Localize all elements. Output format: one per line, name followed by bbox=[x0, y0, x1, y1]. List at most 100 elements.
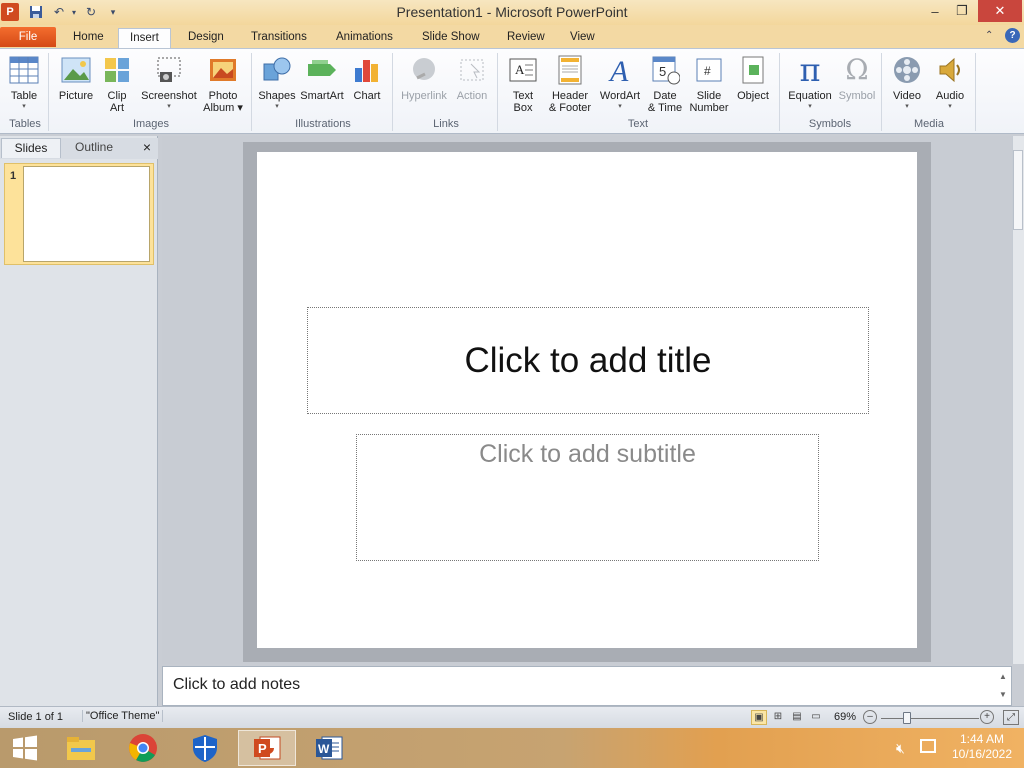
zoom-slider[interactable] bbox=[881, 718, 979, 719]
date-time-button[interactable]: 5 Date & Time bbox=[645, 51, 685, 114]
wordart-button[interactable]: A WordArt ▾ bbox=[597, 51, 643, 111]
audio-button[interactable]: Audio ▾ bbox=[930, 51, 970, 111]
slide-show-icon[interactable]: ▭ bbox=[808, 710, 824, 725]
tab-slide-show[interactable]: Slide Show bbox=[411, 28, 491, 49]
reading-view-icon[interactable]: ▤ bbox=[789, 710, 805, 725]
network-icon[interactable] bbox=[920, 739, 936, 753]
group-media: Media bbox=[914, 118, 944, 130]
windows-defender-icon[interactable] bbox=[180, 730, 230, 766]
shapes-button[interactable]: Shapes ▾ bbox=[256, 51, 298, 111]
photo-album-label-1: Photo bbox=[208, 90, 238, 102]
photo-album-icon bbox=[207, 54, 239, 86]
taskbar-clock[interactable]: 1:44 AM 10/16/2022 bbox=[944, 732, 1020, 762]
title-bar: P ↶ ▾ ↻ ▾ Presentation1 - Microsoft Powe… bbox=[0, 0, 1024, 25]
theme-name[interactable]: "Office Theme" bbox=[82, 710, 164, 722]
hyperlink-button[interactable]: Hyperlink bbox=[398, 51, 450, 102]
photo-album-button[interactable]: Photo Album ▾ bbox=[201, 51, 245, 114]
windows-start-icon[interactable] bbox=[0, 730, 50, 766]
video-button[interactable]: Video ▾ bbox=[886, 51, 928, 111]
tab-outline[interactable]: Outline bbox=[63, 138, 125, 158]
tab-view[interactable]: View bbox=[559, 28, 606, 49]
svg-text:#: # bbox=[704, 64, 711, 78]
hyperlink-icon bbox=[408, 54, 440, 86]
help-icon[interactable]: ? bbox=[1005, 28, 1020, 43]
close-pane-icon[interactable]: × bbox=[140, 140, 154, 156]
word-icon[interactable]: W bbox=[304, 730, 354, 766]
wordart-label: WordArt bbox=[599, 90, 641, 102]
notes-placeholder[interactable]: Click to add notes bbox=[173, 676, 300, 694]
header-footer-icon bbox=[554, 54, 586, 86]
group-tables: Tables bbox=[9, 118, 41, 130]
powerpoint-icon[interactable]: P bbox=[238, 730, 296, 766]
close-icon[interactable]: ✕ bbox=[978, 0, 1022, 22]
tab-insert[interactable]: Insert bbox=[118, 28, 171, 50]
slides-pane-tabs: Slides Outline × bbox=[0, 138, 158, 159]
minimize-ribbon-icon[interactable]: ⌃ bbox=[985, 30, 993, 41]
tab-slides[interactable]: Slides bbox=[1, 138, 61, 158]
table-icon bbox=[8, 54, 40, 86]
shapes-label: Shapes bbox=[258, 90, 296, 102]
slide-count: Slide 1 of 1 bbox=[8, 711, 64, 723]
equation-icon: π bbox=[799, 51, 821, 89]
date-time-label-1: Date bbox=[653, 90, 677, 102]
tab-design[interactable]: Design bbox=[177, 28, 235, 49]
slide-number-label-2: Number bbox=[689, 102, 729, 114]
text-box-button[interactable]: A Text Box bbox=[503, 51, 543, 114]
symbol-label: Symbol bbox=[838, 90, 876, 102]
restore-icon[interactable]: ❐ bbox=[947, 0, 977, 22]
action-button[interactable]: Action bbox=[452, 51, 492, 102]
svg-text:A: A bbox=[515, 62, 525, 77]
tab-transitions[interactable]: Transitions bbox=[240, 28, 318, 49]
slide-sorter-icon[interactable]: ⊞ bbox=[770, 710, 786, 725]
equation-button[interactable]: π Equation ▾ bbox=[784, 51, 836, 111]
notes-scrollbar[interactable]: ▲ ▼ bbox=[996, 668, 1010, 704]
svg-text:A: A bbox=[608, 55, 629, 85]
smartart-button[interactable]: SmartArt bbox=[298, 51, 346, 102]
table-button[interactable]: Table ▾ bbox=[4, 51, 44, 111]
equation-label: Equation bbox=[788, 90, 832, 102]
tab-file[interactable]: File bbox=[0, 27, 56, 47]
screenshot-button[interactable]: Screenshot ▾ bbox=[138, 51, 200, 111]
zoom-level[interactable]: 69% bbox=[834, 711, 856, 723]
window-title: Presentation1 - Microsoft PowerPoint bbox=[396, 4, 628, 20]
normal-view-icon[interactable]: ▣ bbox=[751, 710, 767, 725]
tab-home[interactable]: Home bbox=[62, 28, 115, 49]
action-icon bbox=[456, 54, 488, 86]
zoom-in-icon[interactable]: + bbox=[980, 710, 994, 724]
symbol-button[interactable]: Ω Symbol bbox=[836, 51, 878, 103]
file-explorer-icon[interactable] bbox=[56, 730, 106, 766]
fit-to-window-icon[interactable]: ⤢ bbox=[1003, 710, 1019, 725]
slide-number-button[interactable]: # Slide Number bbox=[687, 51, 731, 114]
minimize-icon[interactable]: – bbox=[920, 0, 950, 22]
picture-icon bbox=[60, 54, 92, 86]
zoom-out-icon[interactable]: – bbox=[863, 710, 877, 724]
group-illustrations: Illustrations bbox=[295, 118, 351, 130]
scrollbar-thumb[interactable] bbox=[1013, 150, 1023, 230]
picture-button[interactable]: Picture bbox=[54, 51, 98, 102]
group-links: Links bbox=[433, 118, 459, 130]
chart-label: Chart bbox=[353, 90, 381, 102]
chart-button[interactable]: Chart bbox=[348, 51, 386, 102]
title-placeholder[interactable]: Click to add title bbox=[307, 307, 869, 414]
table-label: Table bbox=[10, 90, 38, 102]
notes-pane[interactable]: Click to add notes bbox=[162, 666, 1012, 706]
slide-thumbnail-number: 1 bbox=[10, 170, 17, 182]
object-button[interactable]: Object bbox=[733, 51, 773, 102]
tab-review[interactable]: Review bbox=[496, 28, 556, 49]
group-text: Text bbox=[627, 118, 649, 130]
header-footer-button[interactable]: Header & Footer bbox=[545, 51, 595, 114]
hyperlink-label: Hyperlink bbox=[401, 90, 447, 102]
volume-muted-icon[interactable]: 🔇︎ bbox=[896, 740, 905, 757]
subtitle-placeholder[interactable]: Click to add subtitle bbox=[356, 434, 819, 561]
chrome-icon[interactable] bbox=[118, 730, 168, 766]
wordart-icon: A bbox=[604, 54, 636, 86]
zoom-slider-knob[interactable] bbox=[903, 712, 912, 724]
picture-label: Picture bbox=[58, 90, 94, 102]
svg-text:5: 5 bbox=[659, 64, 666, 79]
group-images: Images bbox=[132, 118, 170, 130]
tab-animations[interactable]: Animations bbox=[325, 28, 404, 49]
slide-number-label-1: Slide bbox=[696, 90, 722, 102]
group-symbols: Symbols bbox=[808, 118, 852, 130]
slide-thumbnail[interactable] bbox=[23, 166, 150, 262]
clip-art-button[interactable]: Clip Art bbox=[100, 51, 134, 114]
